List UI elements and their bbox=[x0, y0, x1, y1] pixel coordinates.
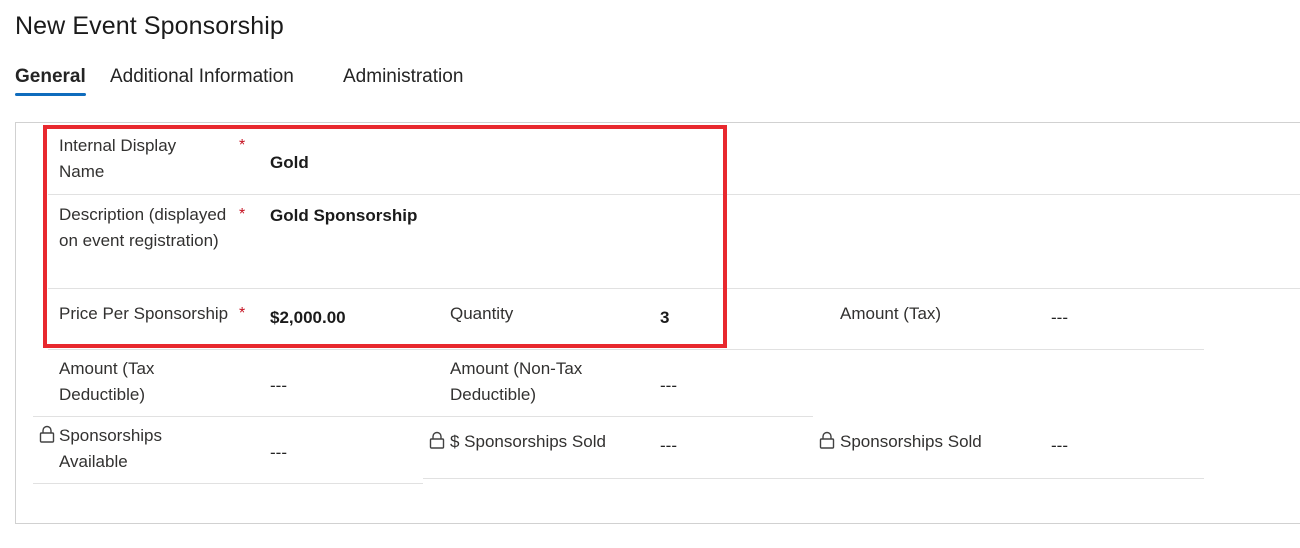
sponsorships-available-label: Sponsorships Available bbox=[59, 426, 163, 471]
lock-icon bbox=[429, 431, 445, 449]
sponsorships-sold-label: Sponsorships Sold bbox=[840, 432, 982, 451]
lock-icon bbox=[39, 425, 55, 443]
required-indicator: * bbox=[239, 206, 246, 223]
tab-general[interactable]: General bbox=[15, 66, 86, 96]
page-title: New Event Sponsorship bbox=[15, 12, 284, 40]
sponsorships-sold-value: --- bbox=[1051, 436, 1068, 455]
tab-additional-information[interactable]: Additional Information bbox=[110, 66, 294, 96]
row-divider bbox=[48, 349, 1204, 350]
dollar-sponsorships-sold-label: $ Sponsorships Sold bbox=[450, 432, 606, 451]
row-divider bbox=[813, 478, 1204, 479]
description-input[interactable]: Gold Sponsorship bbox=[270, 206, 700, 226]
amount-non-tax-deductible-value[interactable]: --- bbox=[660, 376, 800, 396]
required-indicator: * bbox=[239, 137, 246, 154]
internal-display-name-input[interactable]: Gold bbox=[270, 153, 700, 173]
price-per-sponsorship-label: Price Per Sponsorship bbox=[59, 304, 229, 323]
row-divider bbox=[33, 483, 423, 484]
quantity-input[interactable]: 3 bbox=[660, 308, 720, 328]
amount-tax-value[interactable]: --- bbox=[1051, 308, 1191, 328]
row-divider bbox=[33, 416, 813, 417]
price-per-sponsorship-input[interactable]: $2,000.00 bbox=[270, 308, 430, 328]
row-divider bbox=[423, 478, 813, 479]
row-divider bbox=[48, 194, 1300, 195]
required-indicator: * bbox=[239, 305, 246, 322]
tab-administration[interactable]: Administration bbox=[343, 66, 463, 96]
amount-tax-label: Amount (Tax) bbox=[840, 304, 942, 323]
dollar-sponsorships-sold-value: --- bbox=[660, 436, 677, 455]
amount-tax-deductible-label: Amount (Tax Deductible) bbox=[59, 359, 155, 404]
internal-display-name-label: Internal Display Name bbox=[59, 136, 177, 181]
row-divider bbox=[48, 288, 1300, 289]
sponsorships-available-value: --- bbox=[270, 443, 287, 462]
quantity-label: Quantity bbox=[450, 304, 514, 323]
amount-tax-deductible-value[interactable]: --- bbox=[270, 376, 410, 396]
amount-non-tax-deductible-label: Amount (Non-Tax Deductible) bbox=[450, 359, 583, 404]
description-label: Description (displayed on event registra… bbox=[59, 205, 227, 250]
lock-icon bbox=[819, 431, 835, 449]
